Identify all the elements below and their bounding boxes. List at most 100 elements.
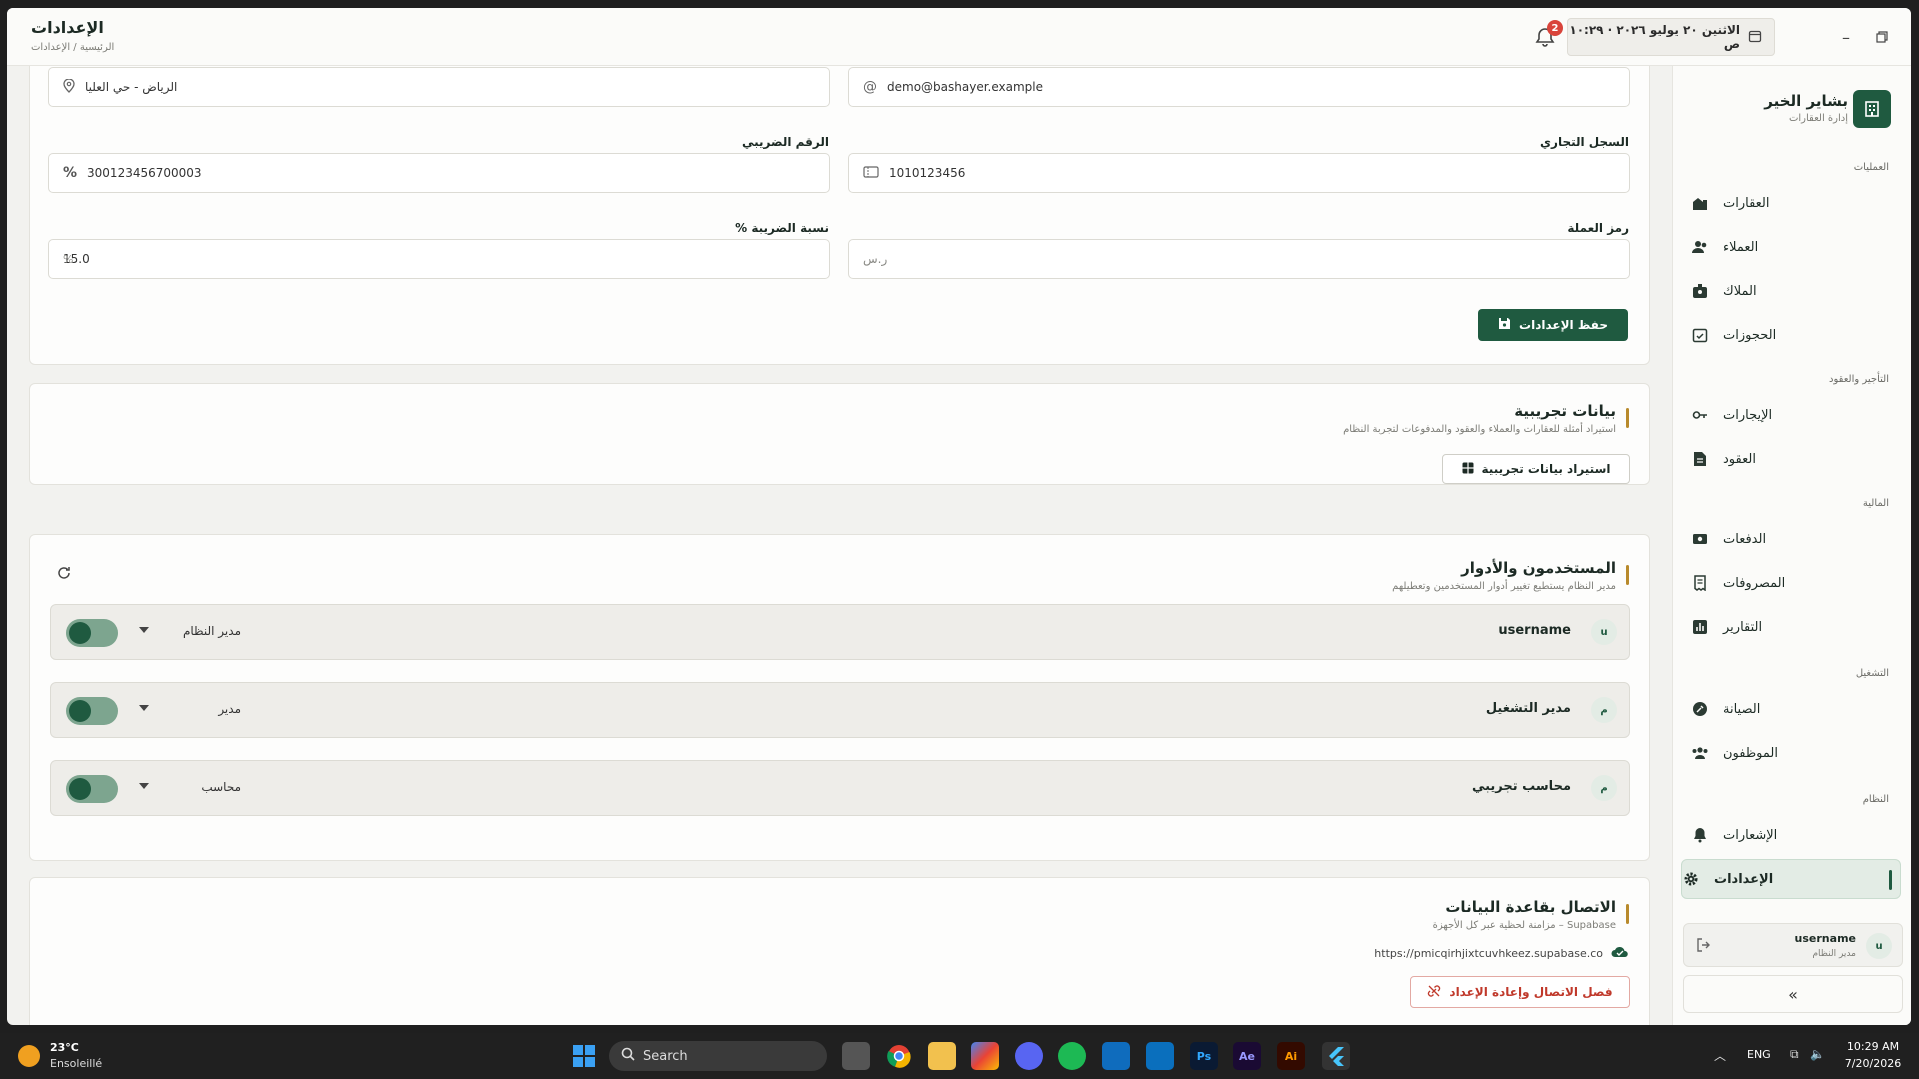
- search-icon: [621, 1047, 635, 1065]
- user-active-toggle[interactable]: [66, 619, 118, 647]
- sidebar-item-owners[interactable]: الملاك: [1691, 276, 1891, 306]
- demo-data-card: بيانات تجريبية استيراد أمثلة للعقارات وا…: [29, 383, 1650, 485]
- user-name: محاسب تجريبي: [1471, 779, 1571, 794]
- collapse-sidebar-button[interactable]: «: [1683, 975, 1903, 1013]
- brand-name: بشاير الخير: [1764, 92, 1848, 110]
- wrench-icon: [1691, 700, 1709, 718]
- vat-rate-field[interactable]: 15.0 %: [48, 239, 830, 279]
- task-view-icon[interactable]: [842, 1042, 870, 1070]
- section-label-operation: التشغيل: [1855, 668, 1889, 679]
- location-pin-icon: [63, 77, 75, 96]
- sidebar-item-clients[interactable]: العملاء: [1691, 232, 1891, 262]
- user-row: u username مدير النظام: [50, 604, 1630, 660]
- calendar-icon: [1748, 29, 1762, 46]
- user-row: م مدير التشغيل مدير: [50, 682, 1630, 738]
- sidebar-item-reports[interactable]: التقارير: [1691, 612, 1891, 642]
- currency-symbol-field[interactable]: ر.س: [848, 239, 1630, 279]
- role-dropdown-value[interactable]: مدير النظام: [161, 624, 241, 638]
- section-label-operations: العمليات: [1853, 162, 1889, 173]
- current-user-card[interactable]: u username مدير النظام: [1683, 923, 1903, 967]
- bell-icon: [1691, 826, 1709, 844]
- sun-weather-icon[interactable]: [18, 1045, 40, 1067]
- demo-data-subtitle: استيراد أمثلة للعقارات والعملاء والعقود …: [1343, 424, 1616, 435]
- taskbar-search-box[interactable]: Search: [609, 1041, 827, 1071]
- calendar-check-icon: [1691, 326, 1709, 344]
- gear-icon: [1682, 870, 1700, 888]
- users-roles-subtitle: مدير النظام يستطيع تغيير أدوار المستخدمي…: [1392, 581, 1616, 592]
- users-roles-title: المستخدمون والأدوار: [1461, 559, 1616, 577]
- section-label-rentals: التأجير والعقود: [1829, 374, 1889, 385]
- owner-badge-icon: [1691, 282, 1709, 300]
- photoshop-icon[interactable]: Ps: [1190, 1042, 1218, 1070]
- chevron-down-icon[interactable]: [139, 705, 149, 711]
- at-icon: @: [863, 79, 877, 95]
- close-window-button[interactable]: ✕: [1907, 24, 1911, 50]
- address-field[interactable]: الرياض - حي العليا: [48, 67, 830, 107]
- windows-start-icon[interactable]: [572, 1044, 596, 1068]
- logout-icon[interactable]: [1696, 937, 1712, 957]
- sidebar-item-maintenance[interactable]: الصيانة: [1691, 694, 1891, 724]
- bar-chart-icon: [1691, 618, 1709, 636]
- save-settings-button[interactable]: حفظ الإعدادات: [1478, 309, 1628, 341]
- sidebar-item-notifications[interactable]: الإشعارات: [1691, 820, 1891, 850]
- role-dropdown-value[interactable]: محاسب: [161, 780, 241, 794]
- refresh-icon[interactable]: [56, 565, 74, 583]
- sidebar-item-payments[interactable]: الدفعات: [1691, 524, 1891, 554]
- team-icon: [1691, 744, 1709, 762]
- current-user-name: username: [1794, 932, 1856, 945]
- brand-logo-icon: [1853, 90, 1891, 128]
- chevron-down-icon[interactable]: [139, 783, 149, 789]
- sidebar: بشاير الخير إدارة العقارات العمليات العق…: [1672, 66, 1911, 1025]
- photos-icon[interactable]: [971, 1042, 999, 1070]
- tax-number-field[interactable]: % 300123456700003: [48, 153, 830, 193]
- database-connection-card: الاتصال بقاعدة البيانات Supabase – مزامن…: [29, 877, 1650, 1025]
- sidebar-item-settings[interactable]: الإعدادات: [1681, 859, 1901, 899]
- language-indicator[interactable]: ENG: [1747, 1048, 1771, 1061]
- commercial-register-field[interactable]: 1010123456: [848, 153, 1630, 193]
- avatar: م: [1591, 697, 1617, 723]
- user-active-toggle[interactable]: [66, 775, 118, 803]
- section-accent: [1626, 565, 1629, 585]
- outlook-icon[interactable]: [1102, 1042, 1130, 1070]
- database-title: الاتصال بقاعدة البيانات: [1445, 898, 1616, 916]
- maximize-button[interactable]: [1869, 24, 1895, 50]
- grid-icon: [1462, 462, 1474, 477]
- weather-description: Ensoleillé: [50, 1057, 103, 1070]
- system-tray-icon[interactable]: ⧉ 🔈: [1790, 1047, 1829, 1062]
- clock-time[interactable]: 10:29 AM: [1838, 1040, 1908, 1053]
- sidebar-item-properties[interactable]: العقارات: [1691, 188, 1891, 218]
- sidebar-item-contracts[interactable]: العقود: [1691, 444, 1891, 474]
- role-dropdown-value[interactable]: مدير: [161, 702, 241, 716]
- discord-icon[interactable]: [1015, 1042, 1043, 1070]
- chevron-down-icon[interactable]: [139, 627, 149, 633]
- user-active-toggle[interactable]: [66, 697, 118, 725]
- current-user-role: مدير النظام: [1812, 949, 1856, 959]
- clock-date[interactable]: 7/20/2026: [1838, 1057, 1908, 1070]
- commercial-register-label: السجل التجاري: [1540, 135, 1629, 149]
- demo-data-title: بيانات تجريبية: [1514, 402, 1616, 420]
- app-window: الإعدادات الرئيسية / الإعدادات 2 الاثنين…: [7, 8, 1911, 1025]
- minimize-button[interactable]: –: [1833, 24, 1859, 50]
- weather-temperature: 23°C: [50, 1041, 79, 1054]
- import-demo-data-button[interactable]: استيراد بيانات تجريبية: [1442, 454, 1630, 484]
- sidebar-item-expenses[interactable]: المصروفات: [1691, 568, 1891, 598]
- sidebar-item-employees[interactable]: الموظفون: [1691, 738, 1891, 768]
- sidebar-item-bookings[interactable]: الحجوزات: [1691, 320, 1891, 350]
- after-effects-icon[interactable]: Ae: [1233, 1042, 1261, 1070]
- avatar: م: [1591, 775, 1617, 801]
- spotify-icon[interactable]: [1058, 1042, 1086, 1070]
- show-hidden-icons-chevron-icon[interactable]: ︿: [1714, 1047, 1726, 1064]
- disconnect-button[interactable]: فصل الاتصال وإعادة الإعداد: [1410, 976, 1630, 1008]
- building-icon: [1691, 194, 1709, 212]
- document-icon: [1691, 450, 1709, 468]
- flutter-icon[interactable]: [1322, 1042, 1350, 1070]
- sidebar-item-leases[interactable]: الإيجارات: [1691, 400, 1891, 430]
- illustrator-icon[interactable]: Ai: [1277, 1042, 1305, 1070]
- email-field[interactable]: @ demo@bashayer.example: [848, 67, 1630, 107]
- notification-count-badge: 2: [1547, 20, 1563, 36]
- vscode-icon[interactable]: [1146, 1042, 1174, 1070]
- file-explorer-icon[interactable]: [928, 1042, 956, 1070]
- page-title: الإعدادات: [31, 18, 104, 37]
- active-indicator: [1889, 870, 1892, 890]
- chrome-icon[interactable]: [885, 1042, 913, 1070]
